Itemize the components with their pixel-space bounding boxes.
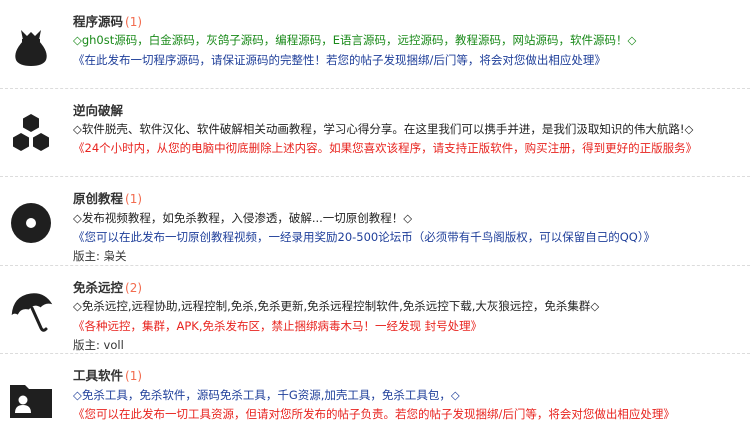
forum-title[interactable]: 免杀远控 bbox=[73, 280, 123, 295]
forum-title[interactable]: 程序源码 bbox=[73, 14, 123, 29]
forum-title[interactable]: 逆向破解 bbox=[73, 103, 123, 118]
forum-notice: 《在此发布一切程序源码，请保证源码的完整性！若您的帖子发现捆绑/后门等，将会对您… bbox=[73, 52, 606, 67]
forum-description: ◇免杀工具，免杀软件，源码免杀工具，千G资源,加壳工具，免杀工具包，◇ bbox=[73, 387, 460, 402]
forum-description: ◇gh0st源码，白金源码，灰鸽子源码，编程源码，E语言源码，远控源码，教程源码… bbox=[73, 33, 637, 48]
forum-list: 程序源码 (1) ◇gh0st源码，白金源码，灰鸽子源码，编程源码，E语言源码，远… bbox=[0, 0, 750, 443]
forum-description: ◇发布视频教程，如免杀教程，入侵渗透，破解...一切原创教程！◇ bbox=[73, 210, 413, 225]
forum-title[interactable]: 工具软件 bbox=[73, 368, 123, 383]
forum-notice: 《您可以在此发布一切工具资源，但请对您所发布的帖子负责。若您的帖子发现捆绑/后门… bbox=[73, 407, 675, 422]
forum-description: ◇软件脱壳、软件汉化、软件破解相关动画教程，学习心得分享。在这里我们可以携手并进… bbox=[73, 121, 694, 136]
hexagons-icon[interactable] bbox=[7, 111, 55, 159]
new-post-count: (1) bbox=[125, 192, 143, 207]
forum-row-reverse-cracking: 逆向破解 ◇软件脱壳、软件汉化、软件破解相关动画教程，学习心得分享。在这里我们可… bbox=[0, 89, 750, 178]
forum-moderator[interactable]: 版主: 枭关 bbox=[73, 247, 746, 266]
forum-title[interactable]: 原创教程 bbox=[73, 191, 123, 206]
forum-row-source-code: 程序源码 (1) ◇gh0st源码，白金源码，灰鸽子源码，编程源码，E语言源码，远… bbox=[0, 0, 750, 89]
forum-notice: 《各种远控，集群，APK,免杀发布区，禁止捆绑病毒木马！一经发现 封号处理》 bbox=[73, 318, 483, 333]
forum-row-original-tutorials: 原创教程 (1) ◇发布视频教程，如免杀教程，入侵渗透，破解...一切原创教程！◇… bbox=[0, 177, 750, 266]
new-post-count: (1) bbox=[125, 15, 143, 29]
new-post-count: (2) bbox=[125, 280, 143, 295]
disc-icon[interactable] bbox=[7, 199, 55, 247]
money-bag-icon[interactable] bbox=[7, 22, 55, 70]
forum-row-remote-control: 免杀远控 (2) ◇免杀远控,远程协助,远程控制,免杀,免杀更新,免杀远程控制软件… bbox=[0, 266, 750, 355]
user-folder-icon[interactable] bbox=[7, 376, 55, 424]
forum-row-tool-software: 工具软件 (1) ◇免杀工具，免杀软件，源码免杀工具，千G资源,加壳工具，免杀工具… bbox=[0, 354, 750, 443]
new-post-count: (1) bbox=[125, 369, 143, 384]
forum-notice: 《您可以在此发布一切原创教程视频，一经录用奖励20-500论坛币（必须带有千鸟阁… bbox=[73, 229, 656, 244]
umbrella-icon[interactable] bbox=[7, 288, 55, 336]
forum-notice: 《24个小时内，从您的电脑中彻底删除上述内容。如果您喜欢该程序，请支持正版软件，… bbox=[73, 141, 698, 156]
forum-description: ◇免杀远控,远程协助,远程控制,免杀,免杀更新,免杀远程控制软件,免杀远控下载,… bbox=[73, 299, 600, 314]
forum-moderator[interactable]: 版主: voll bbox=[73, 336, 746, 355]
